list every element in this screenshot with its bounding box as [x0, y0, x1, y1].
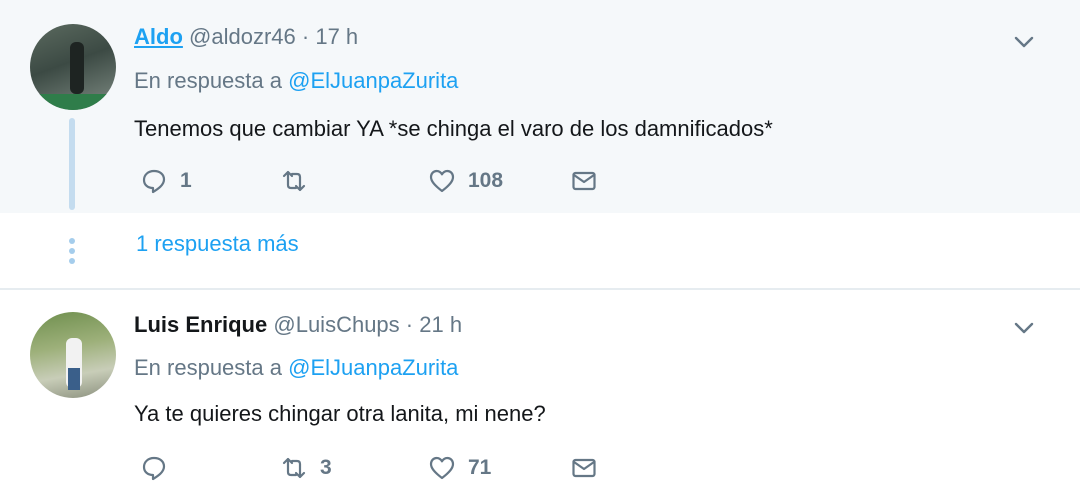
author-handle[interactable]: @aldozr46	[189, 24, 296, 49]
chevron-down-icon[interactable]	[1012, 30, 1036, 54]
thread-line	[69, 118, 75, 210]
mention-link[interactable]: @ElJuanpaZurita	[288, 68, 458, 93]
thread-dots	[69, 238, 75, 264]
author-name[interactable]: Aldo	[134, 24, 183, 49]
direct-message-button[interactable]	[570, 453, 598, 483]
heart-icon	[429, 456, 455, 480]
tweet-actions: 1 108	[134, 166, 654, 196]
reply-button[interactable]: 1	[140, 166, 192, 196]
avatar-ground	[30, 94, 116, 110]
like-button[interactable]: 108	[428, 166, 503, 196]
like-button[interactable]: 71	[428, 453, 491, 483]
heart-icon	[429, 169, 455, 193]
avatar-figure	[70, 42, 84, 94]
avatar[interactable]	[30, 24, 116, 110]
timestamp[interactable]: 17 h	[315, 24, 358, 49]
author-name[interactable]: Luis Enrique	[134, 312, 267, 337]
retweet-button[interactable]	[280, 166, 320, 196]
mail-icon	[572, 458, 596, 478]
like-count: 71	[468, 456, 492, 479]
replying-to: En respuesta a @ElJuanpaZurita	[134, 68, 458, 94]
replying-to: En respuesta a @ElJuanpaZurita	[134, 355, 458, 381]
tweet-header: Aldo @aldozr46 · 17 h	[134, 24, 358, 50]
replying-prefix: En respuesta a	[134, 68, 282, 93]
tweet-header: Luis Enrique @LuisChups · 21 h	[134, 312, 462, 338]
author-handle[interactable]: @LuisChups	[273, 312, 399, 337]
separator-dot: ·	[301, 24, 310, 49]
tweet-actions: 3 71	[134, 453, 654, 483]
timestamp[interactable]: 21 h	[419, 312, 462, 337]
retweet-icon	[282, 457, 306, 479]
tweet-text: Ya te quieres chingar otra lanita, mi ne…	[134, 401, 546, 426]
avatar[interactable]	[30, 312, 116, 398]
retweet-button[interactable]: 3	[280, 453, 332, 483]
reply-icon	[142, 456, 166, 481]
retweet-icon	[282, 170, 306, 192]
separator-dot: ·	[405, 312, 414, 337]
replying-prefix: En respuesta a	[134, 355, 282, 380]
chevron-down-icon[interactable]	[1012, 316, 1036, 340]
reply-icon	[142, 169, 166, 194]
direct-message-button[interactable]	[570, 166, 598, 196]
tweet-text: Tenemos que cambiar YA *se chinga el var…	[134, 116, 773, 141]
show-more-replies-link[interactable]: 1 respuesta más	[136, 231, 299, 257]
mail-icon	[572, 171, 596, 191]
retweet-count: 3	[320, 456, 332, 479]
mention-link[interactable]: @ElJuanpaZurita	[288, 355, 458, 380]
reply-button[interactable]	[140, 453, 180, 483]
reply-count: 1	[180, 169, 192, 192]
like-count: 108	[468, 169, 504, 192]
avatar-figure-legs	[68, 368, 80, 390]
